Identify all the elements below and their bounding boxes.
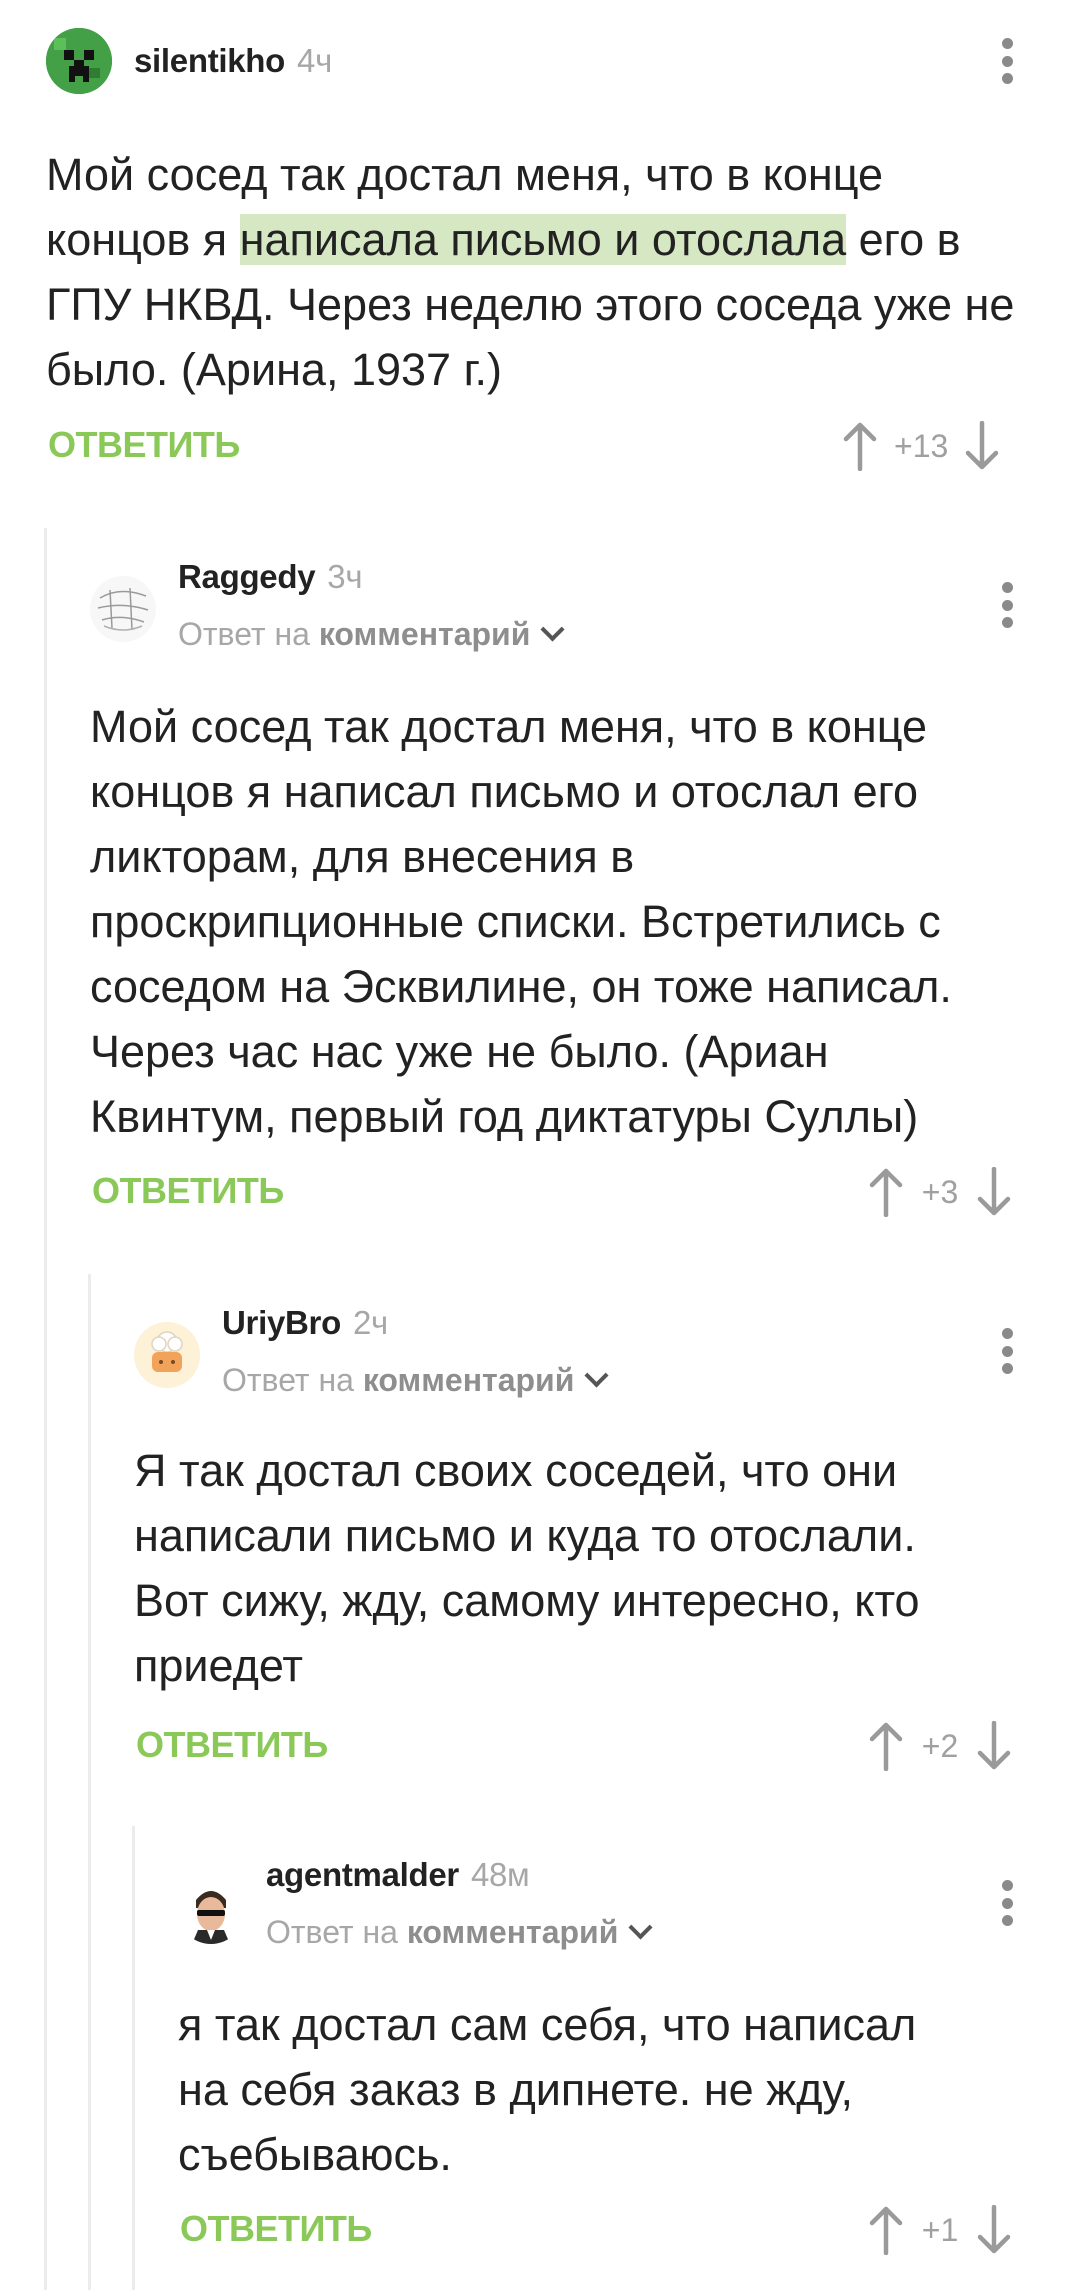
more-options-icon[interactable] — [1000, 38, 1014, 84]
username[interactable]: agentmalder 48м — [266, 1856, 530, 1894]
score: +3 — [921, 1173, 959, 1210]
chevron-down-icon — [628, 1915, 653, 1940]
reply-to-link[interactable]: Ответ на комментарий — [266, 1914, 653, 1951]
upvote-icon[interactable] — [866, 1721, 906, 1771]
vote-controls: +2 — [866, 1716, 1014, 1776]
username[interactable]: Raggedy 3ч — [178, 558, 363, 596]
more-options-icon[interactable] — [1000, 1880, 1014, 1926]
comment-text: Мой сосед так достал меня, что в конце к… — [90, 701, 952, 1142]
comment-text: Я так достал своих соседей, что они напи… — [134, 1445, 920, 1691]
sketch-avatar-icon — [90, 576, 156, 642]
upvote-icon[interactable] — [866, 1167, 906, 1217]
vote-controls: +1 — [866, 2200, 1014, 2260]
reply-to-link[interactable]: Ответ на комментарий — [178, 616, 565, 653]
comment-text: я так достал сам себя, что написал на се… — [178, 1999, 917, 2180]
avatar[interactable] — [46, 28, 112, 94]
reply-button[interactable]: ОТВЕТИТЬ — [180, 2208, 372, 2250]
chevron-down-icon — [540, 617, 565, 642]
avatar[interactable] — [178, 1878, 244, 1944]
timestamp: 2ч — [352, 1304, 388, 1341]
timestamp: 48м — [470, 1856, 530, 1893]
comment-1: silentikho 4ч Мой сосед так достал меня, … — [0, 0, 1080, 500]
timestamp: 3ч — [327, 558, 363, 595]
more-options-icon[interactable] — [1000, 1328, 1014, 1374]
username[interactable]: silentikho 4ч — [134, 42, 332, 80]
downvote-icon[interactable] — [974, 1167, 1014, 1217]
agent-avatar-icon — [178, 1878, 244, 1944]
downvote-icon[interactable] — [962, 421, 1002, 471]
reply-button[interactable]: ОТВЕТИТЬ — [136, 1724, 328, 1766]
reply-button[interactable]: ОТВЕТИТЬ — [48, 424, 240, 466]
reply-to-link[interactable]: Ответ на комментарий — [222, 1362, 609, 1399]
highlighted-text: написала письмо и отослала — [239, 214, 847, 265]
comment-text: Мой сосед так достал меня, что в конце к… — [46, 149, 1015, 395]
comment-4: agentmalder 48м Ответ на комментарий я та… — [0, 1826, 1080, 2290]
upvote-icon[interactable] — [840, 421, 880, 471]
comment-2: Raggedy 3ч Ответ на комментарий Мой сосед… — [0, 528, 1080, 1248]
downvote-icon[interactable] — [974, 1721, 1014, 1771]
timestamp: 4ч — [297, 42, 332, 79]
username[interactable]: UriyBro 2ч — [222, 1304, 388, 1342]
avatar[interactable] — [134, 1322, 200, 1388]
creeper-avatar-icon — [46, 28, 112, 94]
score: +1 — [921, 2211, 959, 2248]
reply-button[interactable]: ОТВЕТИТЬ — [92, 1170, 284, 1212]
comment-3: UriyBro 2ч Ответ на комментарий Я так дос… — [0, 1274, 1080, 1814]
downvote-icon[interactable] — [974, 2205, 1014, 2255]
more-options-icon[interactable] — [1000, 582, 1014, 628]
chef-avatar-icon — [134, 1322, 200, 1388]
vote-controls: +13 — [840, 416, 1002, 476]
upvote-icon[interactable] — [866, 2205, 906, 2255]
score: +2 — [921, 1727, 959, 1764]
vote-controls: +3 — [866, 1162, 1014, 1222]
chevron-down-icon — [584, 1363, 609, 1388]
score: +13 — [894, 427, 949, 464]
avatar[interactable] — [90, 576, 156, 642]
